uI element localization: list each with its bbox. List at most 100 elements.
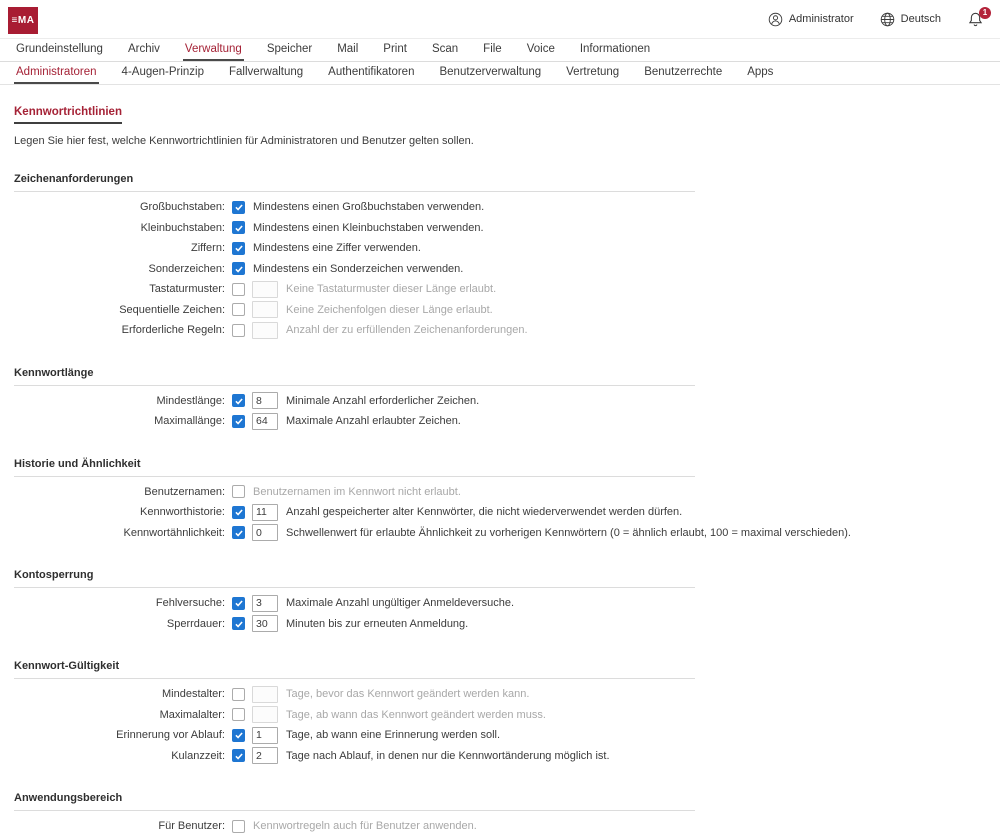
tastaturmuster-label: Tastaturmuster: xyxy=(14,283,225,295)
tastaturmuster-description: Keine Tastaturmuster dieser Länge erlaub… xyxy=(286,283,496,295)
section-zeichenanforderungen: Zeichenanforderungen Großbuchstaben:Minde… xyxy=(14,173,1000,341)
policy-row-benutzernamen: Benutzernamen:Benutzernamen im Kennwort … xyxy=(14,482,1000,503)
policy-row-kennwortahnlichkeit: Kennwortähnlichkeit: Schwellenwert für er… xyxy=(14,523,1000,544)
subtab-benutzerverwaltung[interactable]: Benutzerverwaltung xyxy=(437,62,543,84)
sperrdauer-input[interactable] xyxy=(252,615,278,632)
maximallange-label: Maximallänge: xyxy=(14,415,225,427)
tab-informationen[interactable]: Informationen xyxy=(578,39,652,61)
policy-row-grossbuchstaben: Großbuchstaben:Mindestens einen Großbuch… xyxy=(14,197,1000,218)
policy-row-kulanzzeit: Kulanzzeit:Tage nach Ablauf, in denen nu… xyxy=(14,746,1000,767)
grossbuchstaben-description: Mindestens einen Großbuchstaben verwende… xyxy=(253,201,484,213)
tastaturmuster-input xyxy=(252,281,278,298)
policy-row-sonderzeichen: Sonderzeichen:Mindestens ein Sonderzeich… xyxy=(14,259,1000,280)
fur-benutzer-checkbox[interactable] xyxy=(232,820,245,833)
mindestalter-description: Tage, bevor das Kennwort geändert werden… xyxy=(286,688,529,700)
erforderliche-regeln-description: Anzahl der zu erfüllenden Zeichenanforde… xyxy=(286,324,528,336)
tab-voice[interactable]: Voice xyxy=(525,39,557,61)
kennwortahnlichkeit-label: Kennwortähnlichkeit: xyxy=(14,527,225,539)
tab-file[interactable]: File xyxy=(481,39,504,61)
kennworthistorie-input[interactable] xyxy=(252,504,278,521)
globe-icon xyxy=(880,12,895,27)
subtab-4-augen-prinzip[interactable]: 4-Augen-Prinzip xyxy=(120,62,206,84)
erinnerung-vor-ablauf-label: Erinnerung vor Ablauf: xyxy=(14,729,225,741)
mindestlange-input[interactable] xyxy=(252,392,278,409)
tab-grundeinstellung[interactable]: Grundeinstellung xyxy=(14,39,105,61)
sperrdauer-checkbox[interactable] xyxy=(232,617,245,630)
tab-mail[interactable]: Mail xyxy=(335,39,360,61)
kleinbuchstaben-checkbox[interactable] xyxy=(232,221,245,234)
policy-row-sperrdauer: Sperrdauer:Minuten bis zur erneuten Anme… xyxy=(14,614,1000,635)
fur-benutzer-label: Für Benutzer: xyxy=(14,820,225,832)
section-title: Kontosperrung xyxy=(14,569,695,588)
app-header: ≡MA Administrator Deutsch xyxy=(0,0,1000,38)
policy-row-kleinbuchstaben: Kleinbuchstaben:Mindestens einen Kleinbu… xyxy=(14,218,1000,239)
benutzernamen-checkbox[interactable] xyxy=(232,485,245,498)
content-area: Kennwortrichtlinien Legen Sie hier fest,… xyxy=(0,106,1000,837)
subtab-administratoren[interactable]: Administratoren xyxy=(14,62,99,84)
erinnerung-vor-ablauf-checkbox[interactable] xyxy=(232,729,245,742)
kennworthistorie-checkbox[interactable] xyxy=(232,506,245,519)
erinnerung-vor-ablauf-input[interactable] xyxy=(252,727,278,744)
tab-verwaltung[interactable]: Verwaltung xyxy=(183,39,244,61)
fehlversuche-input[interactable] xyxy=(252,595,278,612)
tab-archiv[interactable]: Archiv xyxy=(126,39,162,61)
grossbuchstaben-checkbox[interactable] xyxy=(232,201,245,214)
maximallange-input[interactable] xyxy=(252,413,278,430)
fehlversuche-description: Maximale Anzahl ungültiger Anmeldeversuc… xyxy=(286,597,514,609)
sequentielle-zeichen-description: Keine Zeichenfolgen dieser Länge erlaubt… xyxy=(286,304,493,316)
erforderliche-regeln-input xyxy=(252,322,278,339)
policy-row-sequentielle-zeichen: Sequentielle Zeichen: Keine Zeichenfolgen… xyxy=(14,300,1000,321)
tab-speicher[interactable]: Speicher xyxy=(265,39,314,61)
policy-row-kennworthistorie: Kennworthistorie:Anzahl gespeicherter al… xyxy=(14,502,1000,523)
mindestlange-checkbox[interactable] xyxy=(232,394,245,407)
subtab-benutzerrechte[interactable]: Benutzerrechte xyxy=(642,62,724,84)
tab-kennwortrichtlinien[interactable]: Kennwortrichtlinien xyxy=(14,106,122,124)
tastaturmuster-checkbox[interactable] xyxy=(232,283,245,296)
kleinbuchstaben-description: Mindestens einen Kleinbuchstaben verwend… xyxy=(253,222,484,234)
notifications-button[interactable]: 1 xyxy=(967,11,984,28)
subtab-apps[interactable]: Apps xyxy=(745,62,775,84)
policy-row-mindestlange: Mindestlänge:Minimale Anzahl erforderlic… xyxy=(14,391,1000,412)
subtab-fallverwaltung[interactable]: Fallverwaltung xyxy=(227,62,305,84)
section-title: Kennwort-Gültigkeit xyxy=(14,660,695,679)
section-title: Zeichenanforderungen xyxy=(14,173,695,192)
tab-scan[interactable]: Scan xyxy=(430,39,460,61)
user-menu[interactable]: Administrator xyxy=(768,12,854,27)
policy-row-fur-benutzer: Für Benutzer:Kennwortregeln auch für Ben… xyxy=(14,816,1000,837)
maximalalter-input xyxy=(252,706,278,723)
subtab-authentifikatoren[interactable]: Authentifikatoren xyxy=(326,62,416,84)
ziffern-checkbox[interactable] xyxy=(232,242,245,255)
kulanzzeit-checkbox[interactable] xyxy=(232,749,245,762)
section-title: Kennwortlänge xyxy=(14,367,695,386)
section-title: Anwendungsbereich xyxy=(14,792,695,811)
maximallange-checkbox[interactable] xyxy=(232,415,245,428)
policy-row-erinnerung-vor-ablauf: Erinnerung vor Ablauf:Tage, ab wann eine… xyxy=(14,725,1000,746)
fehlversuche-checkbox[interactable] xyxy=(232,597,245,610)
main-nav: Grundeinstellung Archiv Verwaltung Speicher… xyxy=(0,38,1000,62)
sequentielle-zeichen-checkbox[interactable] xyxy=(232,303,245,316)
sequentielle-zeichen-label: Sequentielle Zeichen: xyxy=(14,304,225,316)
kennwortahnlichkeit-description: Schwellenwert für erlaubte Ähnlichkeit z… xyxy=(286,527,851,539)
maximalalter-checkbox[interactable] xyxy=(232,708,245,721)
sonderzeichen-checkbox[interactable] xyxy=(232,262,245,275)
policy-sections: Zeichenanforderungen Großbuchstaben:Minde… xyxy=(14,173,1000,837)
kulanzzeit-input[interactable] xyxy=(252,747,278,764)
maximalalter-label: Maximalalter: xyxy=(14,709,225,721)
erforderliche-regeln-label: Erforderliche Regeln: xyxy=(14,324,225,336)
policy-row-mindestalter: Mindestalter:Tage, bevor das Kennwort ge… xyxy=(14,684,1000,705)
policy-row-erforderliche-regeln: Erforderliche Regeln: Anzahl der zu erfül… xyxy=(14,320,1000,341)
kennworthistorie-description: Anzahl gespeicherter alter Kennwörter, d… xyxy=(286,506,682,518)
mindestalter-checkbox[interactable] xyxy=(232,688,245,701)
language-menu[interactable]: Deutsch xyxy=(880,12,941,27)
section-historie-und-ahnlichkeit: Historie und ÄhnlichkeitBenutzernamen:Be… xyxy=(14,458,1000,544)
kennwortahnlichkeit-input[interactable] xyxy=(252,524,278,541)
page-intro: Legen Sie hier fest, welche Kennwortrich… xyxy=(14,135,1000,147)
subtab-vertretung[interactable]: Vertretung xyxy=(564,62,621,84)
tab-print[interactable]: Print xyxy=(381,39,409,61)
ziffern-label: Ziffern: xyxy=(14,242,225,254)
sperrdauer-description: Minuten bis zur erneuten Anmeldung. xyxy=(286,618,468,630)
user-icon xyxy=(768,12,783,27)
kennwortahnlichkeit-checkbox[interactable] xyxy=(232,526,245,539)
erforderliche-regeln-checkbox[interactable] xyxy=(232,324,245,337)
kulanzzeit-label: Kulanzzeit: xyxy=(14,750,225,762)
